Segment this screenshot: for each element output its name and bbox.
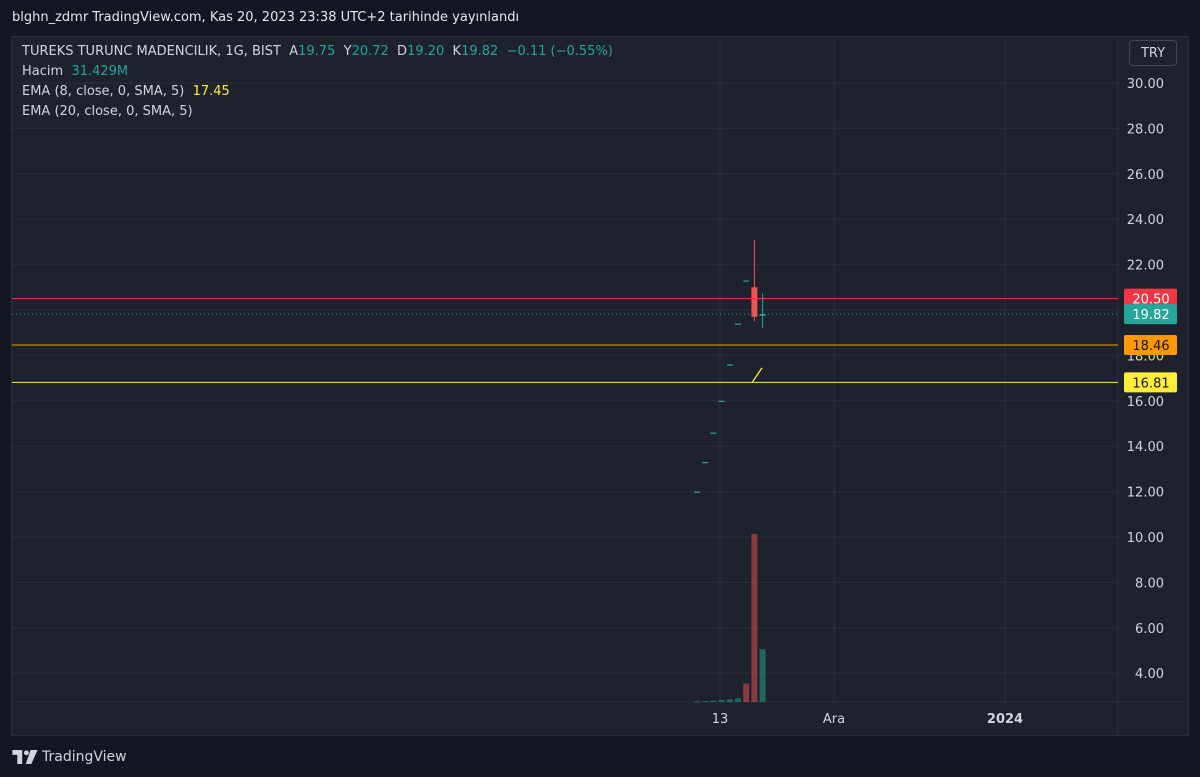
symbol-row: TUREKS TURUNC MADENCILIK, 1G, BIST A19.7…	[22, 42, 613, 62]
open-value: 19.75	[298, 44, 336, 59]
x-tick-label: 2024	[987, 712, 1023, 727]
brand-name: TradingView	[42, 749, 127, 765]
y-tick-label: 16.00	[1127, 395, 1164, 410]
y-tick-label: 28.00	[1127, 122, 1164, 137]
chart-legend: TUREKS TURUNC MADENCILIK, 1G, BIST A19.7…	[22, 42, 613, 122]
ema20-row[interactable]: EMA (20, close, 0, SMA, 5)	[22, 102, 613, 122]
volume-bar	[718, 699, 725, 702]
ema8-price-label: 16.81	[1132, 376, 1169, 391]
high-value: 20.72	[351, 44, 389, 59]
candle-body	[710, 432, 717, 434]
y-tick-label: 6.00	[1135, 622, 1164, 637]
symbol-name[interactable]: TUREKS TURUNC MADENCILIK, 1G, BIST	[22, 44, 281, 59]
candle-body	[702, 462, 709, 464]
open-label: A	[289, 44, 299, 59]
low-value: 19.20	[407, 44, 445, 59]
volume-value: 31.429M	[71, 64, 129, 79]
volume-bar	[694, 701, 700, 703]
y-tick-label: 22.00	[1127, 259, 1164, 274]
volume-bar	[710, 700, 717, 702]
y-tick-label: 30.00	[1127, 77, 1164, 92]
ema20-label: EMA (20, close, 0, SMA, 5)	[22, 104, 193, 119]
last-price-price-label: 19.82	[1132, 308, 1169, 323]
candle-body	[743, 280, 750, 282]
volume-bar	[751, 534, 758, 702]
volume-bar	[726, 699, 733, 702]
low-label: D	[397, 44, 408, 59]
ema8-label: EMA (8, close, 0, SMA, 5)	[22, 84, 185, 99]
candle-body	[718, 400, 725, 402]
candle-body	[726, 364, 733, 366]
y-tick-label: 8.00	[1135, 576, 1164, 591]
candle-body	[735, 323, 741, 325]
high-label: Y	[343, 44, 352, 59]
tradingview-logo-icon	[12, 750, 38, 764]
change-value: −0.11 (−0.55%)	[506, 44, 613, 59]
ema8-line	[751, 367, 763, 384]
x-tick-label: Ara	[823, 712, 845, 727]
ema8-value: 17.45	[192, 84, 230, 99]
volume-bar	[759, 649, 766, 702]
footer-branding: TradingView	[12, 745, 127, 769]
close-label: K	[452, 44, 462, 59]
candle-body	[751, 287, 758, 317]
candle-body	[694, 491, 700, 493]
close-value: 19.82	[461, 44, 499, 59]
volume-label: Hacim	[22, 64, 64, 79]
volume-row[interactable]: Hacim 31.429M	[22, 62, 613, 82]
volume-bar	[743, 683, 750, 702]
y-tick-label: 10.00	[1127, 531, 1164, 546]
y-tick-label: 12.00	[1127, 486, 1164, 501]
volume-bar	[702, 700, 709, 702]
y-tick-label: 14.00	[1127, 440, 1164, 455]
ema8-row[interactable]: EMA (8, close, 0, SMA, 5) 17.45	[22, 82, 613, 102]
volume-bar	[735, 698, 741, 702]
y-tick-label: 26.00	[1127, 168, 1164, 183]
y-tick-label: 24.00	[1127, 213, 1164, 228]
x-tick-label: 13	[712, 712, 729, 727]
currency-button[interactable]: TRY	[1129, 40, 1177, 66]
y-tick-label: 4.00	[1135, 667, 1164, 682]
ema20-price-label: 18.46	[1132, 339, 1169, 354]
